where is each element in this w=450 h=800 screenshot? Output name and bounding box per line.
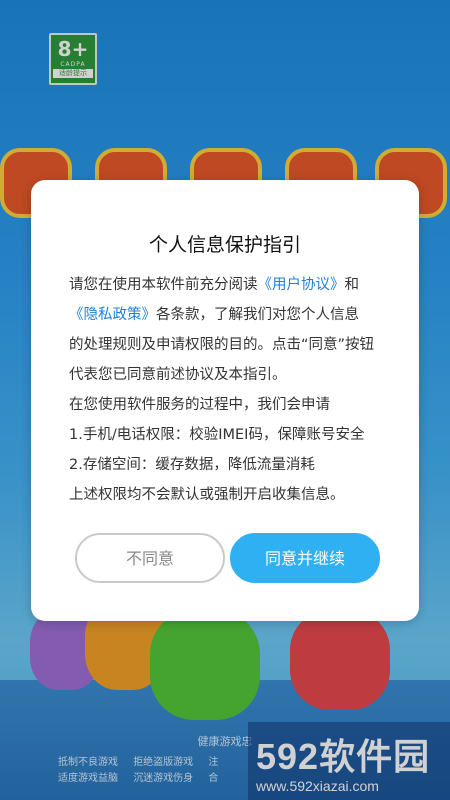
user-agreement-link[interactable]: 《用户协议》	[258, 277, 345, 293]
decline-button[interactable]: 不同意	[75, 533, 225, 583]
dialog-text: 各条款，了解我们对您个人信息	[156, 307, 359, 323]
dialog-line: 上述权限均不会默认或强制开启收集信息。	[69, 487, 345, 503]
dialog-body: 请您在使用本软件前充分阅读《用户协议》和 《隐私政策》各条款，了解我们对您个人信…	[69, 270, 389, 510]
dialog-text: 请您在使用本软件前充分阅读	[69, 277, 258, 293]
dialog-line: 在您使用软件服务的过程中，我们会申请	[69, 397, 330, 413]
privacy-policy-link[interactable]: 《隐私政策》	[69, 307, 156, 323]
dialog-line: 请您在使用本软件前充分阅读《用户协议》和	[69, 270, 389, 300]
dialog-line: 的处理规则及申请权限的目的。点击“同意”按钮	[69, 337, 375, 353]
dialog-line: 1.手机/电话权限：校验IMEI码，保障账号安全	[69, 427, 365, 443]
accept-continue-button[interactable]: 同意并继续	[230, 533, 380, 583]
dialog-text: 和	[344, 277, 360, 293]
dialog-title: 个人信息保护指引	[148, 234, 301, 256]
dialog-line: 《隐私政策》各条款，了解我们对您个人信息	[69, 300, 389, 330]
privacy-dialog: 个人信息保护指引 请您在使用本软件前充分阅读《用户协议》和 《隐私政策》各条款，…	[31, 180, 419, 621]
dialog-line: 代表您已同意前述协议及本指引。	[69, 367, 287, 383]
dialog-line: 2.存储空间：缓存数据，降低流量消耗	[69, 457, 315, 473]
